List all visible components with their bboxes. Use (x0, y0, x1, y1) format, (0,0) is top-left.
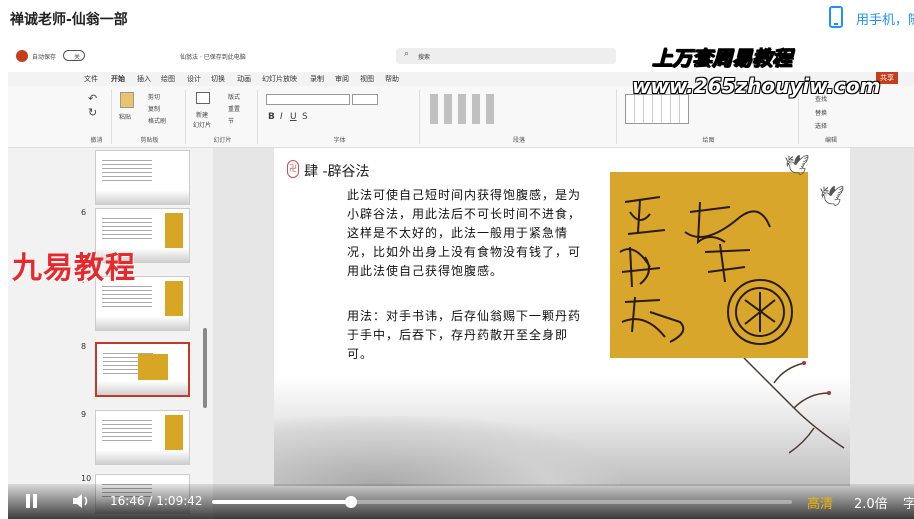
phone-link[interactable]: 用手机，随 (856, 9, 914, 28)
tab-animations[interactable]: 动画 (237, 74, 251, 84)
layout-button[interactable]: 版式 (228, 92, 240, 101)
tab-view[interactable]: 视图 (360, 74, 374, 84)
search-icon: ⌕ (404, 49, 410, 59)
font-name-select[interactable] (266, 94, 350, 105)
font-size-select[interactable] (352, 94, 378, 105)
autosave-state: 关 (74, 54, 81, 61)
search-input: 搜索 (418, 54, 431, 61)
video-player[interactable]: 自动保存 关 仙翁法 · 已保存到此电脑 ⌕ 搜索 文件 开始 插入 绘图 设计… (8, 40, 914, 519)
watermark-title: 上万套周易教程 (652, 46, 793, 71)
crane-icon: 🕊 (784, 153, 810, 177)
slide-editor: 卍 肆 -辟谷法 此法可使自己短时间内获得饱腹感，是为小辟谷法，用此法后不可长时… (213, 148, 914, 519)
shapes-gallery[interactable] (625, 94, 689, 124)
talisman-image (610, 172, 808, 358)
slide-thumbnail[interactable] (95, 410, 190, 465)
reset-button[interactable]: 重置 (228, 104, 240, 113)
editing-group: 查找 替换 选择 编辑 (815, 96, 837, 144)
thumbnail-scrollbar[interactable] (203, 328, 207, 408)
time-display: 16:46 / 1:09:42 (110, 494, 203, 508)
font-group: B I U S 字体 (260, 90, 420, 144)
pause-button[interactable] (26, 494, 38, 508)
clipboard-group: 粘贴 剪切 复制 格式刷 剪贴板 (114, 90, 186, 144)
slide-canvas[interactable]: 卍 肆 -辟谷法 此法可使自己短时间内获得饱腹感，是为小辟谷法，用此法后不可长时… (274, 148, 850, 486)
slide-thumbnail-pane: 6 7 8 9 10 (8, 148, 213, 519)
subtitle-button[interactable]: 字 (903, 493, 914, 512)
tab-record[interactable]: 录制 (310, 74, 324, 84)
drawing-group: 绘图 (619, 90, 799, 144)
paste-icon[interactable] (120, 92, 134, 108)
phone-icon[interactable] (829, 6, 843, 28)
tab-review[interactable]: 审阅 (335, 74, 349, 84)
new-slide-button[interactable]: 新建 (196, 110, 208, 119)
slide-thumbnail-selected[interactable] (95, 342, 190, 397)
seal-icon: 卍 (287, 160, 299, 178)
paragraph-icons[interactable] (430, 94, 500, 124)
strike-button[interactable]: S (302, 112, 308, 122)
progress-handle[interactable] (345, 496, 358, 508)
volume-icon[interactable] (71, 493, 91, 509)
quality-button[interactable]: 高清 (807, 493, 833, 512)
crane-icon: 🕊 (819, 184, 845, 208)
tab-slideshow[interactable]: 幻灯片放映 (262, 74, 297, 84)
tab-help[interactable]: 帮助 (385, 74, 399, 84)
underline-button[interactable]: U (290, 112, 297, 122)
tab-home[interactable]: 开始 (111, 74, 125, 84)
watermark-logo: 九易教程 (12, 251, 136, 286)
paste-button[interactable]: 粘贴 (119, 112, 131, 121)
tab-design[interactable]: 设计 (187, 74, 201, 84)
cut-button[interactable]: 剪切 (148, 92, 160, 101)
autosave-label: 自动保存 (32, 54, 57, 61)
slide-usage-text: 用法：对手书讳，后存仙翁赐下一颗丹药于手中，后吞下，存丹药散开至全身即可。 (347, 309, 582, 361)
undo-group: ↶ ↻ 撤消 (82, 90, 112, 144)
bold-button[interactable]: B (268, 112, 275, 122)
plum-branch-decoration (743, 357, 845, 454)
paragraph-group: 段落 (422, 90, 617, 144)
powerpoint-icon (16, 50, 28, 62)
tab-insert[interactable]: 插入 (137, 74, 151, 84)
select-button[interactable]: 选择 (815, 121, 827, 130)
watermark-url: www.265zhouyiw.com (632, 74, 881, 98)
progress-bar[interactable] (212, 496, 792, 508)
italic-button[interactable]: I (280, 112, 283, 122)
new-slide-icon[interactable] (196, 92, 210, 104)
tab-draw[interactable]: 绘图 (161, 74, 175, 84)
speed-button[interactable]: 2.0倍 (854, 493, 888, 512)
slide-body-text: 此法可使自己短时间内获得饱腹感，是为小辟谷法，用此法后不可长时间不进食，这样是不… (347, 188, 582, 278)
player-controls: 16:46 / 1:09:42 高清 2.0倍 字 (8, 484, 914, 519)
undo-icon[interactable]: ↶ (88, 92, 97, 105)
video-title: 禅诚老师-仙翁一部 (10, 12, 128, 28)
slides-group: 新建 幻灯片 版式 重置 节 幻灯片 (188, 90, 258, 144)
tab-transitions[interactable]: 切换 (211, 74, 225, 84)
format-painter-button[interactable]: 格式刷 (148, 116, 166, 125)
slide-title: 肆 -辟谷法 (304, 164, 370, 180)
talisman-drawing (619, 196, 793, 345)
slide-thumbnail[interactable] (95, 150, 190, 205)
redo-icon[interactable]: ↻ (88, 106, 97, 119)
progress-fill (212, 500, 352, 504)
tab-file[interactable]: 文件 (84, 74, 98, 84)
replace-button[interactable]: 替换 (815, 108, 827, 117)
search-box[interactable]: ⌕ 搜索 (396, 48, 616, 64)
section-button[interactable]: 节 (228, 116, 234, 125)
file-name: 仙翁法 · 已保存到此电脑 (180, 54, 246, 61)
title-bar: 禅诚老师-仙翁一部 用手机，随 (0, 0, 914, 38)
copy-button[interactable]: 复制 (148, 104, 160, 113)
